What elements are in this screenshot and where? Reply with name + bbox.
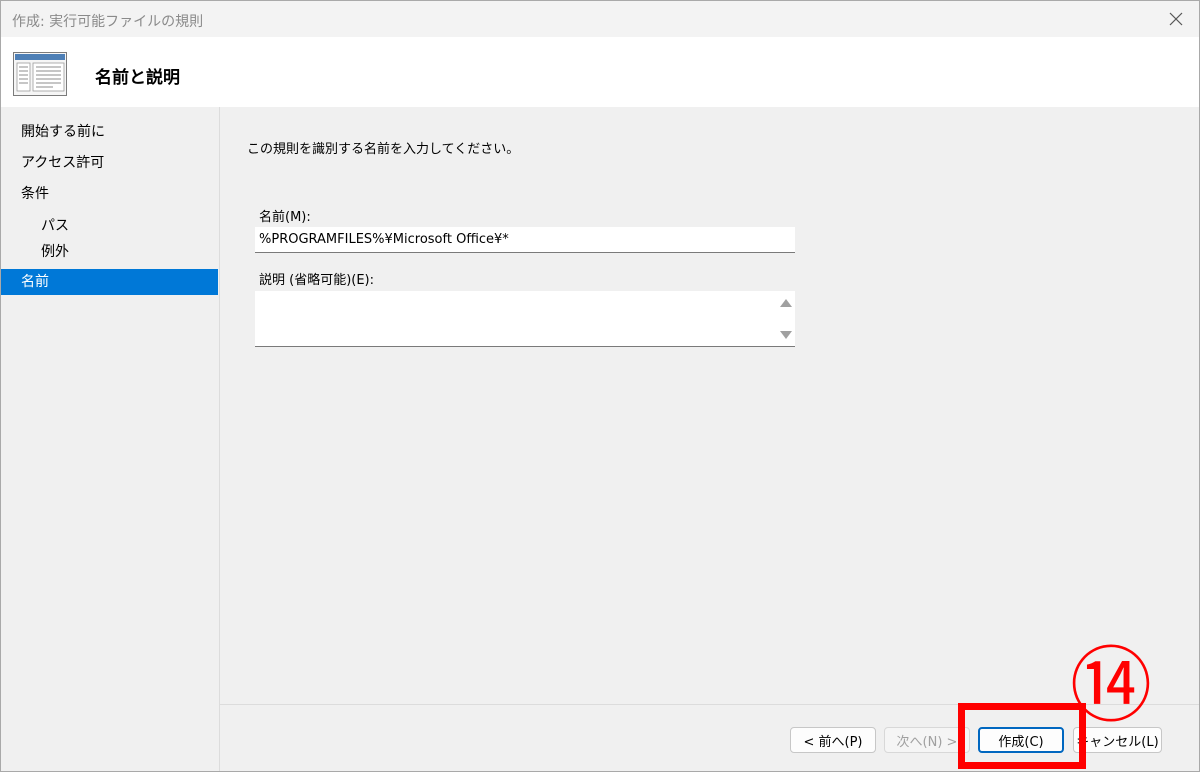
page-title: 名前と説明 (95, 68, 180, 88)
sidebar-item-label: 開始する前に (21, 124, 105, 140)
name-input[interactable] (255, 227, 795, 253)
create-button[interactable]: 作成(C) (978, 727, 1064, 753)
title-bar: 作成: 実行可能ファイルの規則 (1, 1, 1199, 37)
wizard-page-icon (13, 52, 67, 100)
step-number-badge: ⑭ (1069, 639, 1152, 734)
close-button[interactable] (1153, 1, 1199, 37)
scroll-up-icon[interactable] (780, 299, 792, 307)
sidebar-item-permissions[interactable]: アクセス許可 (1, 150, 218, 176)
description-textarea[interactable] (255, 291, 775, 346)
description-field (255, 291, 795, 347)
sidebar-item-name[interactable]: 名前 (1, 269, 218, 295)
scroll-down-icon[interactable] (780, 331, 792, 339)
sidebar-item-label: 名前 (21, 274, 49, 290)
footer-divider (220, 704, 1199, 705)
sidebar-item-before-you-begin[interactable]: 開始する前に (1, 119, 218, 145)
sidebar-item-exceptions[interactable]: 例外 (1, 239, 218, 265)
dialog-window: 作成: 実行可能ファイルの規則 名前と説明 開始する前に アクセス許可 条件 パ… (0, 0, 1200, 772)
back-button[interactable]: < 前へ(P) (790, 727, 876, 753)
window-title: 作成: 実行可能ファイルの規則 (12, 14, 204, 30)
wizard-steps-sidebar: 開始する前に アクセス許可 条件 パス 例外 名前 (1, 107, 220, 771)
close-icon (1169, 12, 1183, 26)
sidebar-item-path[interactable]: パス (1, 213, 218, 239)
sidebar-item-label: 条件 (21, 186, 49, 202)
sidebar-item-label: 例外 (41, 244, 69, 260)
wizard-content: この規則を識別する名前を入力してください。 名前(M): 説明 (省略可能)(E… (220, 107, 1199, 771)
description-label: 説明 (省略可能)(E): (259, 273, 375, 288)
sidebar-item-label: パス (41, 218, 69, 234)
instruction-text: この規則を識別する名前を入力してください。 (247, 142, 520, 157)
name-label: 名前(M): (259, 210, 311, 225)
sidebar-item-label: アクセス許可 (21, 155, 105, 171)
description-scrollbar[interactable] (777, 291, 795, 346)
wizard-header: 名前と説明 (1, 37, 1199, 107)
next-button[interactable]: 次へ(N) > (884, 727, 970, 753)
sidebar-item-conditions[interactable]: 条件 (1, 181, 218, 207)
